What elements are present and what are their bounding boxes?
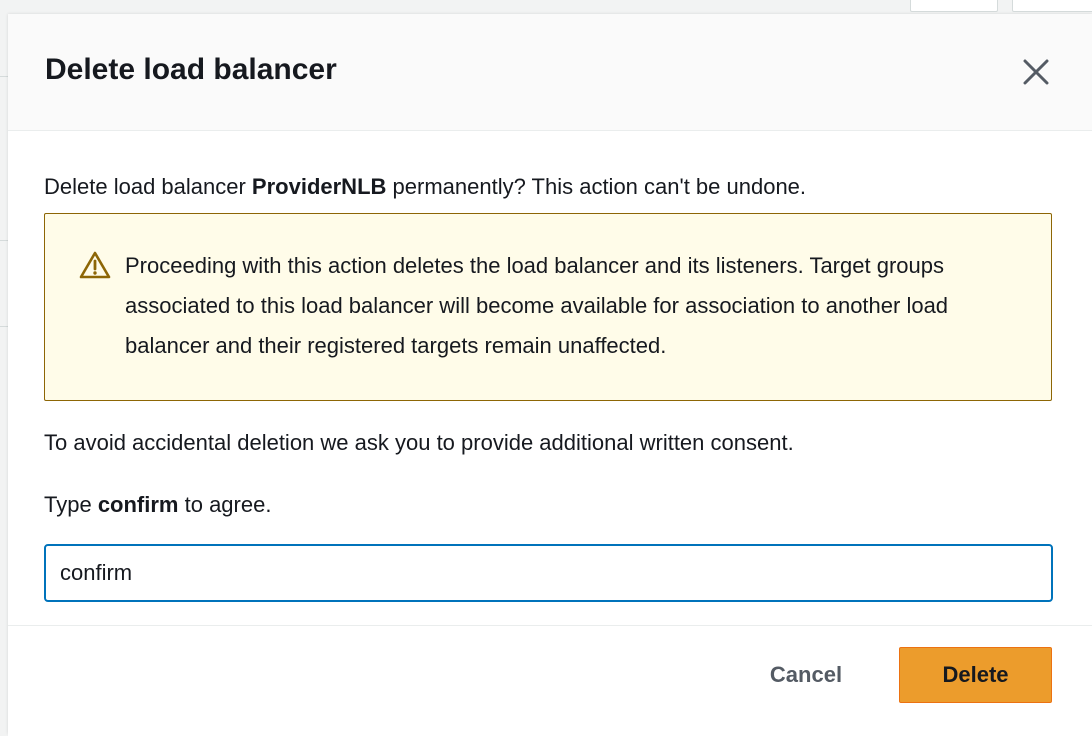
confirm-field-label: Type confirm to agree. <box>44 489 271 521</box>
dialog-header: Delete load balancer <box>8 14 1092 131</box>
background-button <box>910 0 998 12</box>
cancel-button[interactable]: Cancel <box>748 647 864 703</box>
dialog-footer: Cancel Delete <box>8 625 1092 736</box>
confirm-keyword: confirm <box>97 492 179 517</box>
close-button[interactable] <box>1016 52 1056 92</box>
warning-text: Proceeding with this action deletes the … <box>125 253 949 358</box>
delete-load-balancer-dialog: Delete load balancer Delete load balance… <box>8 14 1092 736</box>
warning-icon <box>79 251 111 279</box>
background-divider <box>0 326 8 327</box>
load-balancer-name: ProviderNLB <box>251 174 387 199</box>
type-suffix: to agree. <box>178 492 272 517</box>
dialog-title: Delete load balancer <box>45 53 337 86</box>
background-button <box>1012 0 1092 12</box>
delete-confirmation-text: Delete load balancer ProviderNLB permane… <box>44 171 806 203</box>
intro-prefix: Delete load balancer <box>44 174 252 199</box>
warning-alert: Proceeding with this action deletes the … <box>44 213 1052 401</box>
type-prefix: Type <box>44 492 98 517</box>
consent-text: To avoid accidental deletion we ask you … <box>44 430 794 455</box>
background-divider <box>0 76 8 77</box>
background-divider <box>0 240 8 241</box>
close-icon <box>1023 59 1049 85</box>
confirm-input[interactable] <box>44 544 1053 602</box>
delete-button[interactable]: Delete <box>899 647 1052 703</box>
intro-suffix: permanently? This action can't be undone… <box>386 174 807 199</box>
